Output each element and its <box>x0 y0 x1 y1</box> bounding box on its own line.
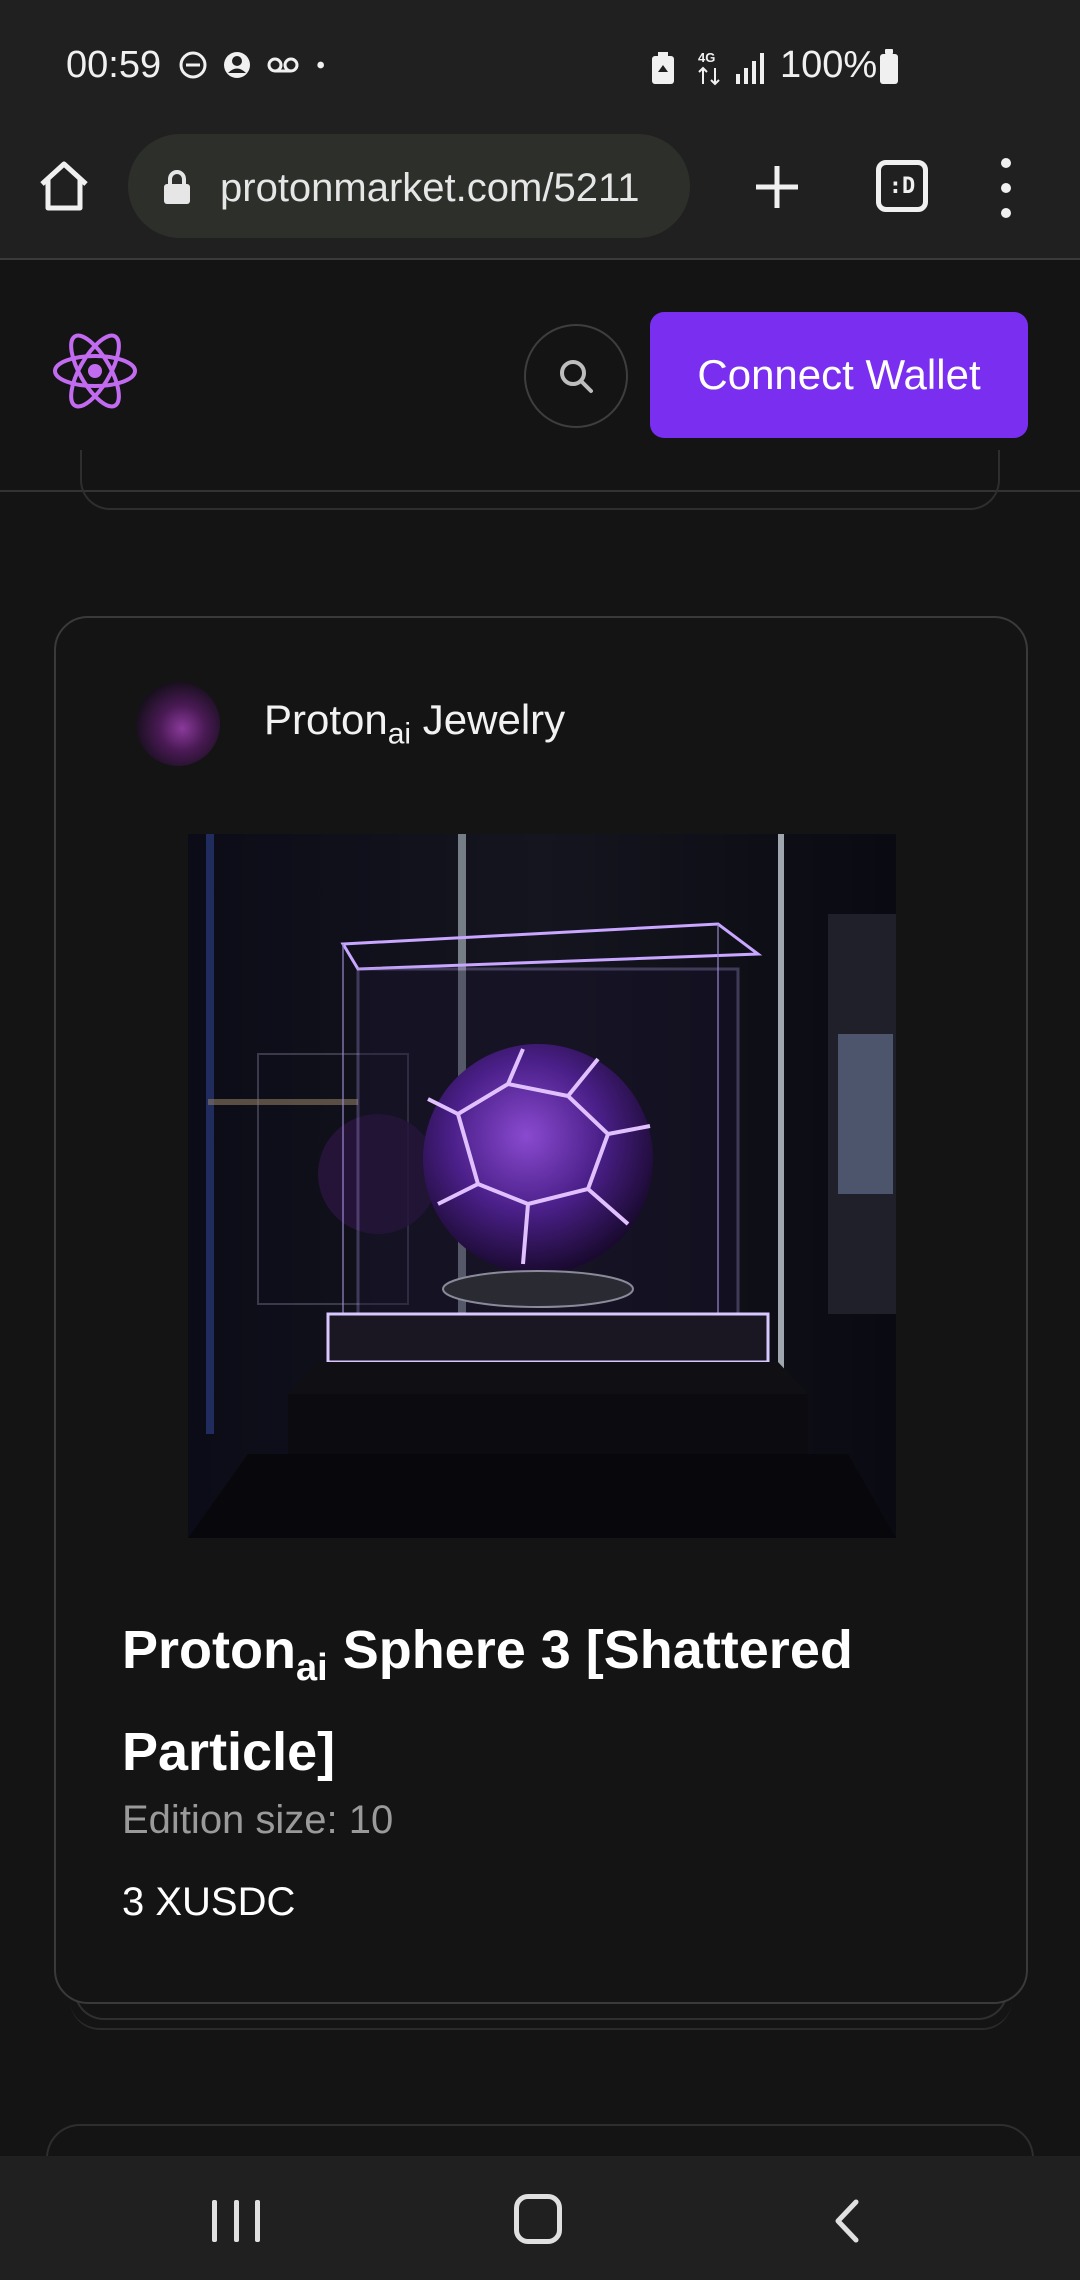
battery-saver-icon <box>652 52 674 84</box>
signal-icon <box>736 53 764 84</box>
status-left-icons <box>178 50 334 80</box>
search-button[interactable] <box>524 324 628 428</box>
nft-price: 3 XUSDC <box>122 1880 296 1924</box>
proton-logo-icon[interactable] <box>52 326 138 416</box>
svg-text:4G: 4G <box>698 50 715 65</box>
url-text[interactable]: protonmarket.com/5211 <box>220 166 670 211</box>
tab-switcher-button[interactable]: :D <box>876 160 928 212</box>
connect-wallet-button[interactable]: Connect Wallet <box>650 312 1028 438</box>
browser-toolbar: protonmarket.com/5211 :D <box>0 130 1080 260</box>
previous-card-edge <box>80 450 1000 510</box>
recents-button[interactable] <box>212 2200 260 2242</box>
back-icon[interactable] <box>824 2196 874 2246</box>
system-nav-bar <box>0 2156 1080 2280</box>
voicemail-icon <box>267 57 299 73</box>
new-tab-icon[interactable] <box>748 158 806 216</box>
home-button[interactable] <box>514 2194 562 2244</box>
dot-icon <box>317 61 324 69</box>
lock-icon <box>164 170 190 204</box>
home-icon[interactable] <box>36 158 92 214</box>
dnd-icon <box>179 51 207 79</box>
creator-row[interactable]: Protonai Jewelry <box>136 682 565 766</box>
battery-percent: 100% <box>780 44 878 86</box>
edition-size: Edition size: 10 <box>122 1798 394 1842</box>
nft-image[interactable] <box>188 834 896 1538</box>
nft-card[interactable]: Protonai Jewelry Protonai Sphere 3 [Shat… <box>54 616 1028 2004</box>
battery-icon <box>880 49 898 84</box>
status-time: 00:59 <box>66 44 162 86</box>
4g-lte-icon: 4G <box>698 50 720 86</box>
creator-avatar[interactable] <box>136 682 220 766</box>
creator-name[interactable]: Protonai Jewelry <box>264 696 565 751</box>
browser-menu-icon[interactable] <box>994 158 1018 218</box>
nft-title[interactable]: Protonai Sphere 3 [Shattered Particle] <box>122 1608 942 1794</box>
account-icon <box>224 52 250 78</box>
status-bar: 00:59 4G 100% <box>0 0 1080 130</box>
search-icon <box>560 360 593 393</box>
url-bar[interactable]: protonmarket.com/5211 <box>128 134 690 238</box>
